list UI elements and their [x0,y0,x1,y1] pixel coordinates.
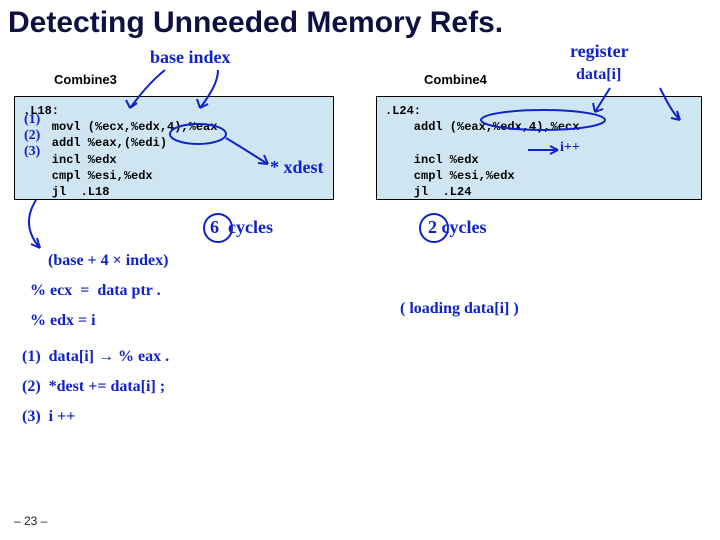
anno-num1: (1) [24,112,40,127]
anno-ipp-right: i++ [560,140,580,155]
anno-base-index: base index [150,48,231,68]
anno-register: register [570,42,629,62]
anno-datai: data[i] [576,66,621,84]
anno-num3: (3) [24,144,40,159]
anno-xdest: * xdest [270,158,324,178]
combine3-code: .L18: movl (%ecx,%edx,4),%eax addl %eax,… [14,96,334,200]
anno-eq3: % edx = i [30,312,96,330]
anno-eq2: % ecx = data ptr . [30,282,161,300]
combine4-code: .L24: addl (%eax,%edx,4),%ecx incl %edx … [376,96,702,200]
slide-number: – 23 – [14,514,47,528]
combine3-label: Combine3 [54,72,117,87]
combine4-label: Combine4 [424,72,487,87]
anno-6cycles: 6 cycles [210,218,273,238]
anno-2cycles: 2 cycles [428,218,486,238]
anno-eq1: (base + 4 × index) [48,252,168,270]
anno-map2: (2) *dest += data[i] ; [22,378,165,396]
anno-loading: ( loading data[i] ) [400,300,519,318]
anno-num2: (2) [24,128,40,143]
anno-map3: (3) i ++ [22,408,75,426]
anno-map1: (1) data[i] → % eax . [22,348,169,366]
page-title: Detecting Unneeded Memory Refs. [8,6,503,40]
